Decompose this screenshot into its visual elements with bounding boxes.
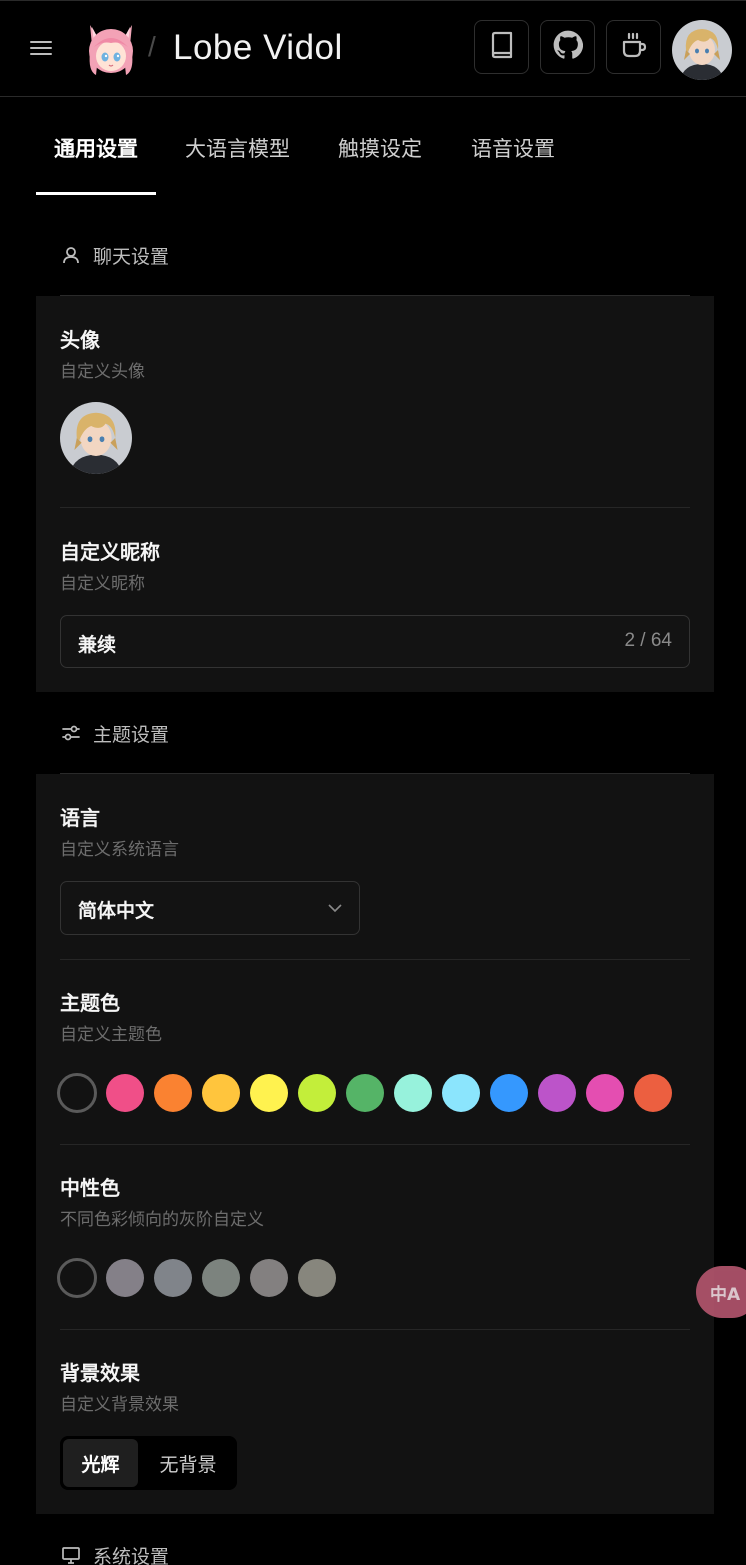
section-system-settings: 系统设置 <box>60 1540 169 1565</box>
divider <box>60 959 690 960</box>
primary-color-desc: 自定义主题色 <box>60 1025 162 1045</box>
section-title: 聊天设置 <box>93 245 170 268</box>
section-chat-settings: 聊天设置 <box>60 240 169 270</box>
color-swatch[interactable] <box>202 1074 240 1112</box>
option-no-background[interactable]: 无背景 <box>142 1439 234 1487</box>
color-swatch[interactable] <box>298 1074 336 1112</box>
nickname-input[interactable]: 兼续 2 / 64 <box>60 615 690 668</box>
color-swatch[interactable] <box>298 1259 336 1297</box>
tab-touch[interactable]: 触摸设定 <box>338 133 422 163</box>
color-swatch[interactable] <box>442 1074 480 1112</box>
color-swatch-default[interactable] <box>57 1073 97 1113</box>
color-swatch[interactable] <box>394 1074 432 1112</box>
github-icon <box>553 30 583 64</box>
monitor-icon <box>60 1544 82 1565</box>
docs-button[interactable] <box>474 20 529 74</box>
sponsor-button[interactable] <box>606 20 661 74</box>
avatar-picker[interactable] <box>60 402 132 474</box>
language-value: 简体中文 <box>78 900 155 922</box>
color-swatch[interactable] <box>154 1259 192 1297</box>
tab-llm[interactable]: 大语言模型 <box>185 133 290 163</box>
section-theme-settings: 主题设置 <box>60 718 169 748</box>
user-icon <box>60 244 82 266</box>
background-effect-desc: 自定义背景效果 <box>60 1395 179 1415</box>
user-avatar[interactable] <box>672 20 732 80</box>
avatar-desc: 自定义头像 <box>60 362 145 382</box>
nickname-value: 兼续 <box>78 634 117 656</box>
primary-color-title: 主题色 <box>60 991 120 1015</box>
title-separator: / <box>148 31 156 62</box>
app-header: / Lobe Vidol <box>0 0 746 97</box>
color-swatch[interactable] <box>586 1074 624 1112</box>
char-count: 2 / 64 <box>624 630 672 651</box>
color-swatch-default[interactable] <box>57 1258 97 1298</box>
background-effect-title: 背景效果 <box>60 1361 140 1385</box>
section-title: 系统设置 <box>93 1545 170 1565</box>
neutral-color-desc: 不同色彩倾向的灰阶自定义 <box>60 1210 264 1230</box>
color-swatch[interactable] <box>346 1074 384 1112</box>
book-icon <box>489 31 515 63</box>
avatar-title: 头像 <box>60 328 100 352</box>
language-title: 语言 <box>60 806 100 830</box>
tab-voice[interactable]: 语音设置 <box>471 133 555 163</box>
background-effect-segmented: 光辉 无背景 <box>60 1436 237 1490</box>
app-title: Lobe Vidol <box>173 28 343 67</box>
language-select[interactable]: 简体中文 <box>60 881 360 935</box>
nickname-title: 自定义昵称 <box>60 540 160 564</box>
translate-icon: 中A <box>710 1284 741 1305</box>
coffee-icon <box>620 31 648 63</box>
language-desc: 自定义系统语言 <box>60 840 179 860</box>
color-swatch[interactable] <box>250 1074 288 1112</box>
option-glow[interactable]: 光辉 <box>63 1439 138 1487</box>
color-swatch[interactable] <box>106 1074 144 1112</box>
app-logo[interactable] <box>84 21 138 77</box>
translate-button[interactable]: 中A <box>696 1266 746 1318</box>
tab-general[interactable]: 通用设置 <box>54 133 138 163</box>
color-swatch[interactable] <box>154 1074 192 1112</box>
color-swatch[interactable] <box>490 1074 528 1112</box>
color-swatch[interactable] <box>538 1074 576 1112</box>
neutral-color-title: 中性色 <box>60 1176 120 1200</box>
settings-tabs: 通用设置 大语言模型 触摸设定 语音设置 <box>36 97 716 197</box>
color-swatch[interactable] <box>106 1259 144 1297</box>
divider <box>60 507 690 508</box>
theme-settings-card: 语言 自定义系统语言 简体中文 主题色 自定义主题色 中性色 不同色彩倾向的灰阶… <box>36 774 714 1514</box>
color-swatch[interactable] <box>634 1074 672 1112</box>
sliders-icon <box>60 722 82 744</box>
divider <box>60 1144 690 1145</box>
divider <box>60 1329 690 1330</box>
github-button[interactable] <box>540 20 595 74</box>
nickname-desc: 自定义昵称 <box>60 574 145 594</box>
section-title: 主题设置 <box>93 723 170 746</box>
menu-icon[interactable] <box>30 37 60 63</box>
chevron-down-icon <box>327 900 343 920</box>
active-tab-indicator <box>36 192 156 195</box>
color-swatch[interactable] <box>202 1259 240 1297</box>
color-swatch[interactable] <box>250 1259 288 1297</box>
chat-settings-card: 头像 自定义头像 自定义昵称 自定义昵称 兼续 2 / 64 <box>36 296 714 692</box>
